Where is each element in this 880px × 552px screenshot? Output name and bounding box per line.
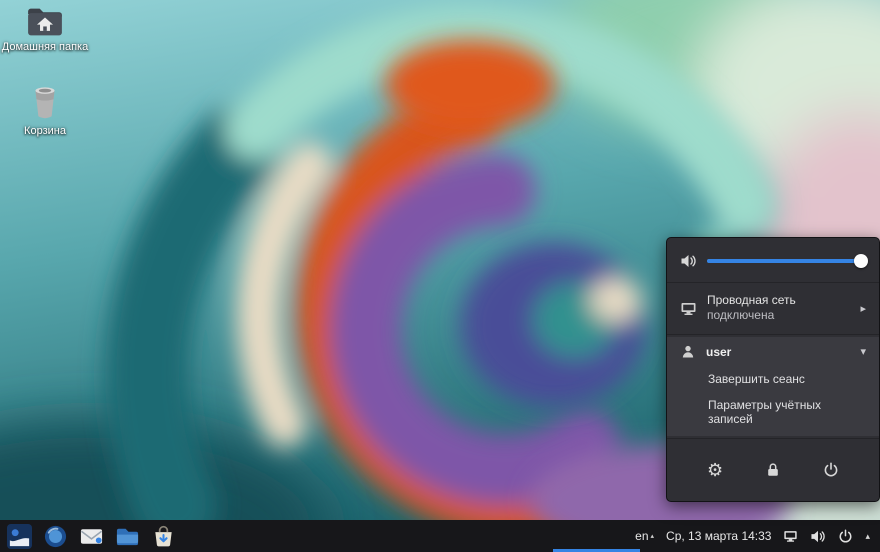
- mail-button[interactable]: [78, 523, 105, 550]
- lock-icon: [765, 462, 781, 478]
- network-menu-item[interactable]: Проводная сеть подключена ▸: [667, 285, 879, 332]
- system-tray: en ▴ Ср, 13 марта 14:33: [635, 529, 874, 544]
- volume-slider[interactable]: [707, 259, 866, 263]
- settings-button[interactable]: ⚙: [697, 457, 733, 483]
- network-text: Проводная сеть подключена: [707, 293, 850, 324]
- volume-knob[interactable]: [854, 254, 868, 268]
- system-menu: Проводная сеть подключена ▸ user ▾ Завер…: [666, 237, 880, 502]
- user-icon: [680, 344, 696, 359]
- browser-button[interactable]: [42, 523, 69, 550]
- speaker-icon: [680, 253, 697, 269]
- tray-expander-chevron-up-icon[interactable]: ▴: [865, 531, 870, 542]
- taskbar: en ▴ Ср, 13 марта 14:33: [0, 520, 880, 552]
- system-actions: ⚙: [667, 441, 879, 497]
- desktop: Домашняя папка Корзина: [0, 0, 880, 552]
- user-section: user ▾ Завершить сеанс Параметры учётных…: [667, 337, 879, 436]
- software-center-button[interactable]: [150, 523, 177, 550]
- mail-icon: [79, 524, 104, 549]
- desktop-icon-label: Домашняя папка: [0, 41, 90, 54]
- separator: [667, 438, 879, 439]
- menu-item-logout[interactable]: Завершить сеанс: [667, 366, 879, 392]
- home-folder-icon: [25, 6, 65, 38]
- software-center-icon: [151, 524, 176, 549]
- separator: [667, 282, 879, 283]
- tray-volume-icon[interactable]: [810, 529, 826, 544]
- lock-button[interactable]: [755, 458, 791, 482]
- chevron-down-icon: ▾: [860, 345, 866, 358]
- files-icon: [115, 524, 140, 549]
- network-status: подключена: [707, 308, 850, 324]
- power-button[interactable]: [813, 458, 849, 482]
- tray-power-icon[interactable]: [838, 529, 853, 544]
- os-logo-icon: [7, 524, 32, 549]
- user-name: user: [706, 345, 850, 359]
- files-button[interactable]: [114, 523, 141, 550]
- volume-row: [667, 242, 879, 280]
- start-menu-button[interactable]: [6, 523, 33, 550]
- network-title: Проводная сеть: [707, 293, 850, 309]
- chevron-right-icon: ▸: [860, 302, 866, 315]
- keyboard-layout-label: en: [635, 529, 648, 543]
- user-menu-item[interactable]: user ▾: [667, 337, 879, 366]
- keyboard-layout-indicator[interactable]: en ▴: [635, 529, 654, 543]
- wired-network-icon: [680, 301, 697, 316]
- trash-icon: [30, 84, 60, 122]
- desktop-icon-trash[interactable]: Корзина: [0, 84, 90, 138]
- power-icon: [823, 462, 839, 478]
- layout-caret-icon: ▴: [651, 532, 655, 540]
- volume-slider-fill: [707, 259, 861, 263]
- desktop-icon-home[interactable]: Домашняя папка: [0, 6, 90, 54]
- browser-icon: [43, 524, 68, 549]
- tray-network-icon[interactable]: [783, 529, 798, 543]
- menu-item-account-settings[interactable]: Параметры учётных записей: [667, 392, 879, 432]
- gear-icon: ⚙: [707, 461, 723, 479]
- desktop-icon-label: Корзина: [0, 125, 90, 138]
- separator: [667, 334, 879, 335]
- clock[interactable]: Ср, 13 марта 14:33: [666, 529, 771, 543]
